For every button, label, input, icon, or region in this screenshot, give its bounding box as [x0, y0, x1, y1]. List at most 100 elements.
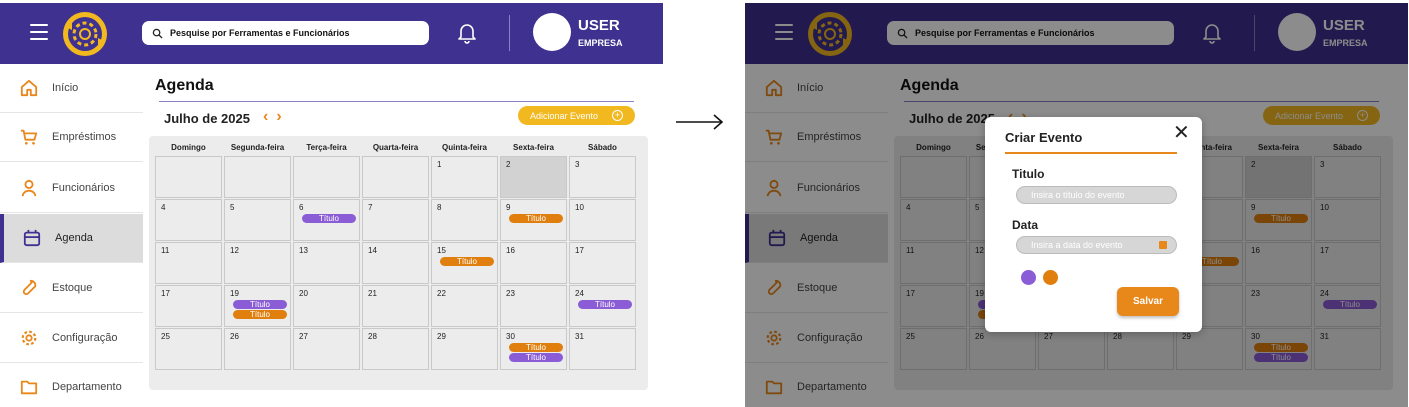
calendar-day-cell[interactable]: 26: [224, 328, 291, 370]
day-number: 17: [161, 289, 170, 298]
calendar-day-cell[interactable]: 12: [224, 242, 291, 284]
color-option-purple[interactable]: [1021, 270, 1036, 285]
calendar-day-cell[interactable]: 3: [569, 156, 636, 198]
calendar-day-cell[interactable]: 9 Título: [500, 199, 567, 241]
day-number: 31: [575, 332, 584, 341]
weekday-header: Sexta-feira: [513, 143, 554, 152]
calendar-day-cell[interactable]: 30 Título Título: [500, 328, 567, 370]
day-number: 2: [506, 160, 511, 169]
top-header: Pesquise por Ferramentas e Funcionários …: [0, 3, 663, 64]
title-input[interactable]: Insira o título do evento: [1016, 186, 1177, 204]
wrench-icon: [22, 279, 37, 296]
create-event-modal: Criar Evento ✕ Titulo Insira o título do ev…: [985, 117, 1202, 332]
calendar-day-cell[interactable]: 19 TítuloTítulo: [224, 285, 291, 327]
day-number: 13: [299, 246, 308, 255]
calendar-day-cell[interactable]: 23: [500, 285, 567, 327]
calendar-day-cell[interactable]: [362, 156, 429, 198]
event-pill[interactable]: Título: [233, 310, 287, 319]
avatar[interactable]: [533, 13, 571, 51]
calendar-day-cell[interactable]: 17: [569, 242, 636, 284]
date-input[interactable]: Insira a data do evento: [1016, 236, 1177, 254]
calendar-day-cell[interactable]: 14: [362, 242, 429, 284]
chevron-left-icon[interactable]: ‹: [263, 108, 268, 126]
calendar-day-cell[interactable]: 2: [500, 156, 567, 198]
calendar-day-cell[interactable]: 17: [155, 285, 222, 327]
calendar-day-cell[interactable]: 11: [155, 242, 222, 284]
close-icon[interactable]: ✕: [1173, 123, 1190, 143]
sidebar-item-label: Departamento: [52, 381, 122, 393]
day-number: 5: [230, 203, 235, 212]
calendar-day-cell[interactable]: 16: [500, 242, 567, 284]
event-pill[interactable]: Título: [302, 214, 356, 223]
sidebar-item-estoque[interactable]: Estoque: [0, 264, 143, 313]
month-label: Julho de 2025: [164, 111, 250, 126]
save-button[interactable]: Salvar: [1117, 287, 1179, 316]
calendar-day-cell[interactable]: 24 Título: [569, 285, 636, 327]
day-number: 10: [575, 203, 584, 212]
calendar-day-cell[interactable]: 22: [431, 285, 498, 327]
weekday-header: Segunda-feira: [230, 143, 285, 152]
day-number: 9: [506, 203, 511, 212]
calendar-day-cell[interactable]: 13: [293, 242, 360, 284]
color-option-orange[interactable]: [1043, 270, 1058, 285]
calendar-day-cell[interactable]: 15 Título: [431, 242, 498, 284]
search-input[interactable]: Pesquise por Ferramentas e Funcionários: [142, 21, 429, 45]
calendar-day-cell[interactable]: 20: [293, 285, 360, 327]
sidebar-item-configuracao[interactable]: Configuração: [0, 314, 143, 363]
day-number: 28: [368, 332, 377, 341]
sidebar-item-label: Agenda: [55, 232, 93, 244]
event-pill[interactable]: Título: [509, 343, 563, 352]
event-pill[interactable]: Título: [509, 353, 563, 362]
calendar-day-cell[interactable]: 27: [293, 328, 360, 370]
sidebar-item-funcionarios[interactable]: Funcionários: [0, 164, 143, 213]
sidebar-item-agenda[interactable]: Agenda: [0, 214, 143, 263]
sidebar: Início Empréstimos Funcionários Agenda Estoq…: [0, 64, 143, 407]
day-number: 29: [437, 332, 446, 341]
calendar-day-cell[interactable]: 21: [362, 285, 429, 327]
event-pill[interactable]: Título: [509, 214, 563, 223]
search-placeholder: Pesquise por Ferramentas e Funcionários: [170, 28, 350, 38]
calendar-day-cell[interactable]: 6 Título: [293, 199, 360, 241]
calendar-day-cell[interactable]: 1: [431, 156, 498, 198]
title-divider: [159, 101, 634, 102]
day-number: 7: [368, 203, 373, 212]
event-pill[interactable]: Título: [578, 300, 632, 309]
modal-title: Criar Evento: [1005, 130, 1083, 145]
sidebar-item-label: Estoque: [52, 282, 93, 294]
calendar-day-cell[interactable]: 28: [362, 328, 429, 370]
chevron-right-icon[interactable]: ›: [276, 108, 281, 126]
day-number: 6: [299, 203, 304, 212]
calendar-day-cell[interactable]: 10: [569, 199, 636, 241]
calendar-day-cell[interactable]: 25: [155, 328, 222, 370]
day-number: 25: [161, 332, 170, 341]
header-divider: [509, 15, 510, 51]
weekday-header: Quarta-feira: [372, 143, 419, 152]
sidebar-item-inicio[interactable]: Início: [0, 64, 143, 113]
bell-icon[interactable]: [457, 22, 477, 44]
day-number: 11: [161, 246, 170, 255]
sidebar-item-emprestimos[interactable]: Empréstimos: [0, 113, 143, 162]
calendar-day-cell[interactable]: [155, 156, 222, 198]
menu-icon[interactable]: [30, 24, 48, 40]
calendar-day-cell[interactable]: 31: [569, 328, 636, 370]
event-pill[interactable]: Título: [440, 257, 494, 266]
event-pill[interactable]: Título: [233, 300, 287, 309]
calendar-day-cell[interactable]: 7: [362, 199, 429, 241]
calendar-day-cell[interactable]: 5: [224, 199, 291, 241]
sidebar-item-label: Configuração: [52, 332, 118, 344]
day-number: 24: [575, 289, 584, 298]
calendar-day-cell[interactable]: 8: [431, 199, 498, 241]
sidebar-item-departamento[interactable]: Departamento: [0, 363, 143, 407]
calendar-day-cell[interactable]: [293, 156, 360, 198]
add-event-button[interactable]: Adicionar Evento +: [518, 106, 635, 125]
calendar-day-cell[interactable]: [224, 156, 291, 198]
date-placeholder: Insira a data do evento: [1031, 240, 1123, 250]
calendar-day-cell[interactable]: 4: [155, 199, 222, 241]
calendar-day-cell[interactable]: 29: [431, 328, 498, 370]
day-number: 20: [299, 289, 308, 298]
day-number: 21: [368, 289, 377, 298]
day-number: 8: [437, 203, 442, 212]
day-number: 14: [368, 246, 377, 255]
day-number: 15: [437, 246, 446, 255]
page-title: Agenda: [155, 77, 214, 94]
